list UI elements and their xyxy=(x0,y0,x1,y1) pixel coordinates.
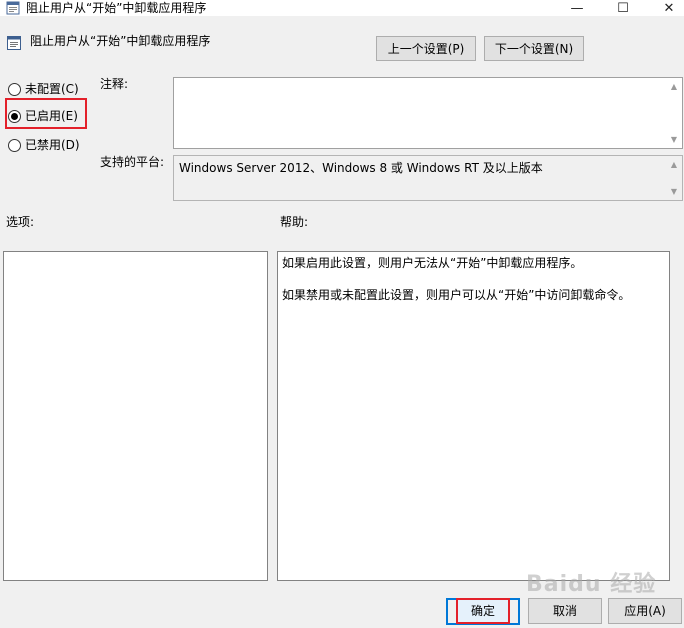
close-button[interactable]: ✕ xyxy=(654,0,684,16)
scroll-down-icon[interactable]: ▼ xyxy=(671,187,677,196)
help-panel: 如果启用此设置，则用户无法从“开始”中卸载应用程序。 如果禁用或未配置此设置，则… xyxy=(277,251,670,581)
policy-setting-icon xyxy=(6,35,22,51)
platform-label: 支持的平台: xyxy=(100,155,165,169)
platform-value: Windows Server 2012、Windows 8 或 Windows … xyxy=(179,161,543,175)
maximize-button[interactable]: ☐ xyxy=(608,0,638,16)
policy-title: 阻止用户从“开始”中卸载应用程序 xyxy=(30,34,211,48)
scroll-up-icon[interactable]: ▲ xyxy=(671,160,677,169)
platform-field: Windows Server 2012、Windows 8 或 Windows … xyxy=(173,155,683,201)
radio-enabled[interactable]: 已启用(E) xyxy=(8,107,78,125)
comment-textarea[interactable]: ▲ ▼ xyxy=(173,77,683,149)
radio-circle-icon xyxy=(8,82,21,96)
radio-disabled-label: 已禁用(D) xyxy=(25,138,80,152)
comment-scrollbar[interactable]: ▲ ▼ xyxy=(666,78,682,148)
next-setting-button[interactable]: 下一个设置(N) xyxy=(484,36,584,61)
minimize-button[interactable]: — xyxy=(562,0,592,16)
options-panel xyxy=(3,251,268,581)
scroll-up-icon[interactable]: ▲ xyxy=(671,82,677,91)
ok-button[interactable]: 确定 xyxy=(456,598,510,624)
comment-label: 注释: xyxy=(100,77,129,91)
previous-setting-button[interactable]: 上一个设置(P) xyxy=(376,36,476,61)
radio-circle-icon xyxy=(8,138,21,152)
scroll-down-icon[interactable]: ▼ xyxy=(671,135,677,144)
window-app-icon xyxy=(6,1,20,15)
radio-enabled-label: 已启用(E) xyxy=(25,109,78,123)
apply-button[interactable]: 应用(A) xyxy=(608,598,682,624)
radio-not-configured[interactable]: 未配置(C) xyxy=(8,80,79,98)
options-label: 选项: xyxy=(6,215,35,229)
help-label: 帮助: xyxy=(280,215,309,229)
baidu-watermark: Baidu 经验 xyxy=(526,572,657,597)
cancel-button[interactable]: 取消 xyxy=(528,598,602,624)
radio-not-configured-label: 未配置(C) xyxy=(25,82,79,96)
help-text-line: 如果启用此设置，则用户无法从“开始”中卸载应用程序。 xyxy=(282,256,583,270)
help-text-line: 如果禁用或未配置此设置，则用户可以从“开始”中访问卸载命令。 xyxy=(282,288,631,302)
platform-scrollbar[interactable]: ▲ ▼ xyxy=(666,156,682,200)
radio-disabled[interactable]: 已禁用(D) xyxy=(8,136,80,154)
window-title: 阻止用户从“开始”中卸载应用程序 xyxy=(26,1,207,15)
radio-selected-icon xyxy=(8,109,21,123)
